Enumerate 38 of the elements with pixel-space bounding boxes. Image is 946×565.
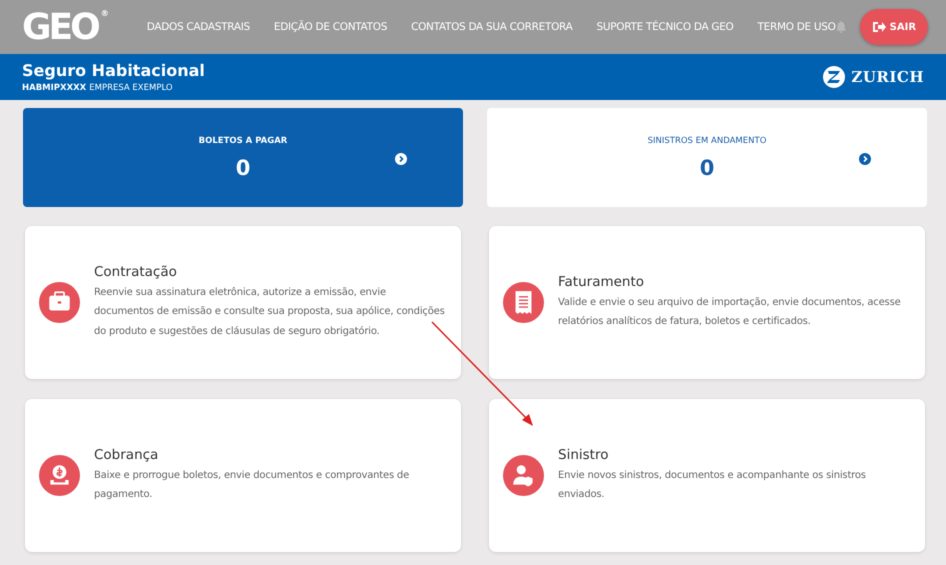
summary-label: SINISTROS EM ANDAMENTO bbox=[648, 136, 766, 146]
briefcase-icon bbox=[39, 282, 80, 323]
nav-link[interactable]: SUPORTE TÉCNICO DA GEO bbox=[596, 21, 734, 33]
card-description: Envie novos sinistros, documentos e acompanhante os sinistros enviados. bbox=[558, 468, 867, 502]
card-description: Baixe e prorrogue boletos, envie documentos e comprovantes de pagamento. bbox=[94, 468, 410, 502]
summary-count: 0 bbox=[236, 156, 250, 180]
nav-link[interactable]: CONTATOS DA SUA CORRETORA bbox=[411, 21, 573, 33]
user-shield-icon bbox=[503, 455, 544, 496]
logout-icon bbox=[872, 21, 886, 33]
feature-card[interactable] bbox=[25, 226, 461, 379]
card-title: Faturamento bbox=[558, 274, 646, 290]
policy-code: HABMIPXXXX bbox=[22, 83, 86, 93]
brand-name: ZURICH bbox=[851, 68, 924, 86]
nav-link[interactable]: TERMO DE USO bbox=[758, 21, 836, 33]
card-description: Reenvie sua assinatura eletrônica, autorize a emissão, envie documentos de emissão e consulte sua proposta, sua apólice, condições do produto e sugestões de cláusulas de seguro obrigatório. bbox=[94, 286, 446, 339]
card-title: Sinistro bbox=[558, 446, 610, 462]
card-description: Valide e envie o seu arquivo de importação, envie documentos, acesse relatórios analíticos de fatura, boletos e certificados. bbox=[558, 296, 902, 329]
logout-button[interactable]: SAIR bbox=[860, 9, 928, 45]
summary-label: BOLETOS A PAGAR bbox=[198, 136, 288, 146]
chevron-right-icon[interactable] bbox=[859, 153, 871, 165]
logo: GEO bbox=[22, 6, 98, 48]
company-name: EMPRESA EXEMPLO bbox=[89, 83, 173, 93]
feature-card[interactable]: Sinistro Envie novos sinistros, documentos e acompanhante os sinistros enviados. bbox=[489, 399, 925, 552]
coin-icon bbox=[39, 455, 80, 496]
nav-link[interactable]: EDIÇÃO DE CONTATOS bbox=[274, 21, 388, 33]
nav-link[interactable]: DADOS CADASTRAIS bbox=[146, 21, 250, 33]
summary-card[interactable]: BOLETOS A PAGAR 0 bbox=[23, 108, 463, 207]
summary-count: 0 bbox=[700, 156, 714, 180]
page-title: Seguro Habitacional bbox=[22, 61, 205, 80]
card-title: Cobrança bbox=[94, 446, 160, 462]
feature-card[interactable]: Cobrança Baixe e prorrogue boletos, envie documentos e comprovantes de pagamento. bbox=[25, 399, 461, 552]
card-title: Contratação bbox=[94, 264, 178, 280]
receipt-icon bbox=[503, 282, 544, 323]
summary-card[interactable]: SINISTROS EM ANDAMENTO 0 bbox=[487, 108, 927, 207]
chevron-right-icon[interactable] bbox=[395, 153, 407, 165]
brand-logo-icon bbox=[823, 66, 846, 88]
feature-card[interactable]: Faturamento Valide e envie o seu arquivo de importação, envie documentos, acesse relatórios analíticos de fatura, boletos e certificados. bbox=[489, 226, 925, 379]
registered-mark: ® bbox=[100, 8, 109, 18]
